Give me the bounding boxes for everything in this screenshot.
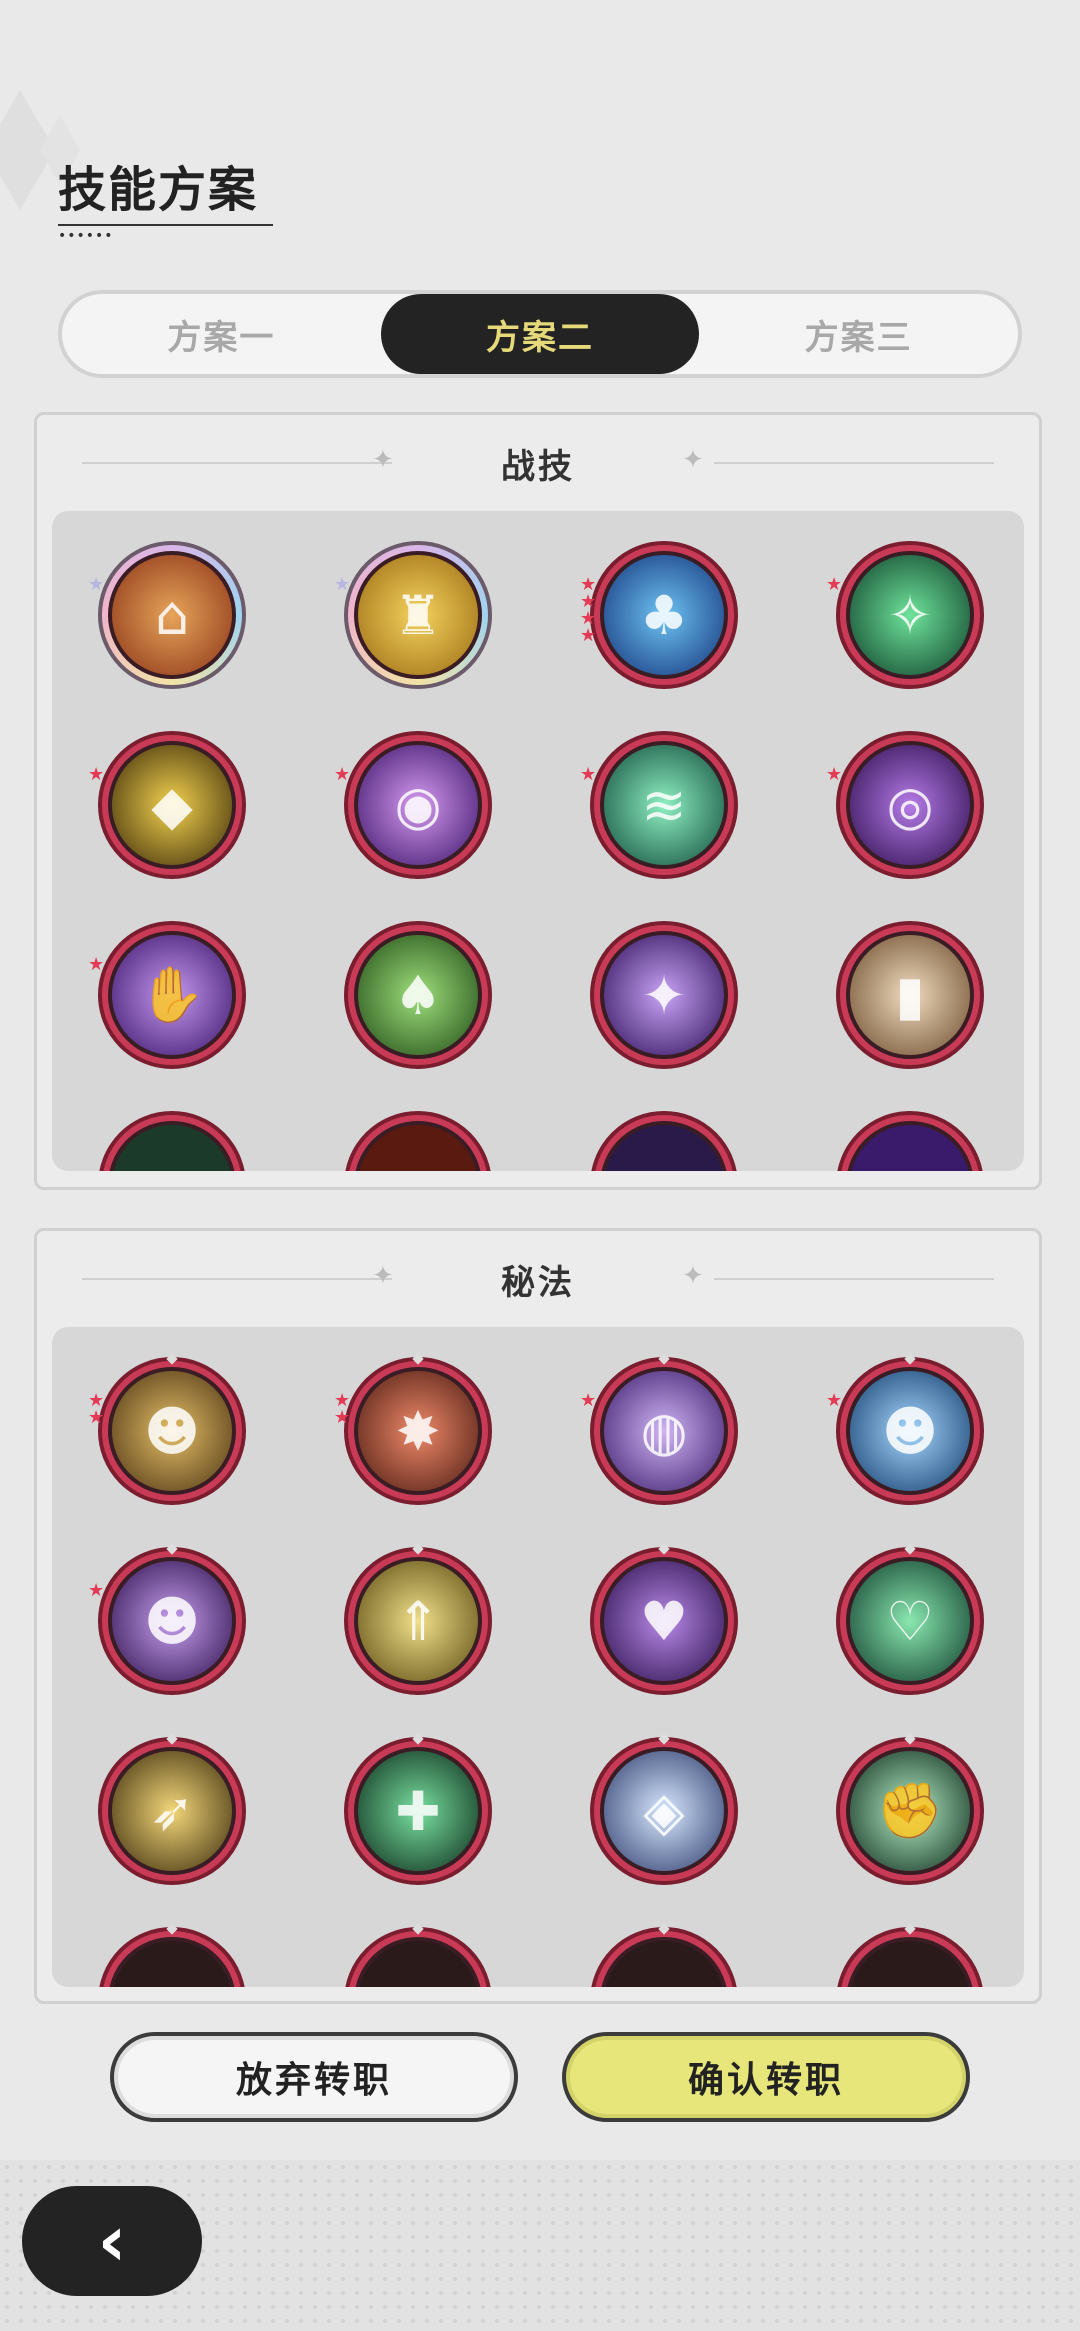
secret-art-icon[interactable]: ◍ ★ [580,1353,738,1505]
skill-icon[interactable] [836,1111,984,1171]
section-title: 秘法 [501,1262,575,1303]
combat-skills-section: ✦ 战技 ✦ ⌂ ★ ♜ ★ ♣ ★ ★ ★ ★ ✧ ★ ◆ ★ ◉ ★ ≋ ★… [34,412,1042,1190]
secret-art-icon[interactable]: ☻ ★ [88,1543,246,1695]
secret-art-icon[interactable] [344,1923,492,1987]
tab-plan-1[interactable]: 方案一 [62,294,381,374]
skill-icon[interactable]: ◆ ★ [88,731,246,879]
section-header: ✦ 秘法 ✦ [37,1231,1039,1327]
sparkle-icon: ✦ [372,1261,394,1291]
secret-art-icon[interactable]: ☻ ★ [826,1353,984,1505]
star-spell-icon: ✦ [641,963,687,1027]
title-dots: •••••• [58,228,114,244]
secret-art-icon[interactable]: ◈ [590,1733,738,1885]
section-header: ✦ 战技 ✦ [37,415,1039,511]
combat-skill-grid: ⌂ ★ ♜ ★ ♣ ★ ★ ★ ★ ✧ ★ ◆ ★ ◉ ★ ≋ ★ ◎ ★ ✋ … [52,511,1024,1171]
skill-icon[interactable]: ♣ ★ ★ ★ ★ [580,541,738,689]
heart-figure-icon: ♥ [639,1589,689,1653]
secret-art-icon[interactable]: ➶ [98,1733,246,1885]
secret-art-icon[interactable]: ✊ [836,1733,984,1885]
secret-art-icon[interactable]: ♥ [590,1543,738,1695]
skill-icon[interactable]: ✦ [590,921,738,1069]
secret-arts-section: ✦ 秘法 ✦ ☻ ★ ★ ✸ ★ ★ ◍ ★ ☻ ★ ☻ ★ ⇑ ♥ ♡ ➶ ✚… [34,1228,1042,2004]
divider-line [714,462,994,464]
chevron-left-icon: ‹ [97,2200,127,2282]
skill-icon[interactable]: ▮ [836,921,984,1069]
skill-icon[interactable]: ⌂ ★ [88,541,246,689]
fist-icon: ✊ [876,1779,944,1842]
skill-icon[interactable]: ♜ ★ [334,541,492,689]
water-spell-icon: ♣ [639,583,689,647]
sparkle-icon: ✦ [682,445,704,475]
sparkle-icon: ✦ [682,1261,704,1291]
skill-icon[interactable]: ✧ ★ [826,541,984,689]
back-button[interactable]: ‹ [22,2186,202,2296]
figure-gold-icon: ☻ [143,1399,201,1463]
eye-spell-icon: ◎ [886,773,934,837]
hand-spell-icon: ✋ [138,963,206,1026]
secret-art-grid: ☻ ★ ★ ✸ ★ ★ ◍ ★ ☻ ★ ☻ ★ ⇑ ♥ ♡ ➶ ✚ ◈ ✊ [52,1327,1024,1987]
treant-spell-icon: ♠ [393,963,443,1027]
golem-spell-icon: ♜ [393,583,443,647]
skill-icon[interactable]: ≋ ★ [580,731,738,879]
burst-red-icon: ✸ [395,1399,441,1463]
wing-gold-icon: ➶ [149,1779,195,1843]
tab-plan-2[interactable]: 方案二 [380,294,700,374]
skill-icon[interactable] [344,1111,492,1171]
orb-purple-icon: ◍ [640,1399,688,1463]
sparkle-icon: ✦ [372,445,394,475]
card-spell-icon: ▮ [895,963,925,1027]
secret-art-icon[interactable] [836,1923,984,1987]
figure-blue-icon: ☻ [881,1399,939,1463]
divider-line [82,462,392,464]
crystal-orb-icon: ◈ [643,1779,685,1843]
skill-icon[interactable]: ✋ ★ [88,921,246,1069]
divider-line [714,1278,994,1280]
wind-spell-icon: ✧ [887,583,933,647]
heart-green-icon: ♡ [885,1589,935,1653]
secret-art-icon[interactable] [98,1923,246,1987]
sparkle-green-icon: ✚ [395,1779,441,1843]
skill-icon[interactable]: ◎ ★ [826,731,984,879]
page-title: 技能方案 [58,162,259,218]
plan-tabs: 方案一 方案二 方案三 [58,290,1022,378]
confirm-job-change-button[interactable]: 确认转职 [562,2032,970,2122]
skill-icon[interactable] [98,1111,246,1171]
secret-art-icon[interactable]: ⇑ [344,1543,492,1695]
secret-art-icon[interactable]: ♡ [836,1543,984,1695]
slash-spell-icon: ≋ [641,773,687,837]
figure-purple-icon: ☻ [143,1589,201,1653]
secret-art-icon[interactable]: ✚ [344,1733,492,1885]
house-spell-icon: ⌂ [154,583,190,647]
divider-line [82,1278,392,1280]
abandon-job-change-button[interactable]: 放弃转职 [110,2032,518,2122]
section-title: 战技 [501,446,575,487]
arrow-up-icon: ⇑ [395,1589,441,1653]
secret-art-icon[interactable]: ✸ ★ ★ [334,1353,492,1505]
skill-icon[interactable] [590,1111,738,1171]
secret-art-icon[interactable]: ☻ ★ ★ [88,1353,246,1505]
skill-icon[interactable]: ♠ [344,921,492,1069]
skill-icon[interactable]: ◉ ★ [334,731,492,879]
diamond-spell-icon: ◆ [151,773,193,837]
secret-art-icon[interactable] [590,1923,738,1987]
vortex-spell-icon: ◉ [394,773,442,837]
tab-plan-3[interactable]: 方案三 [699,294,1018,374]
